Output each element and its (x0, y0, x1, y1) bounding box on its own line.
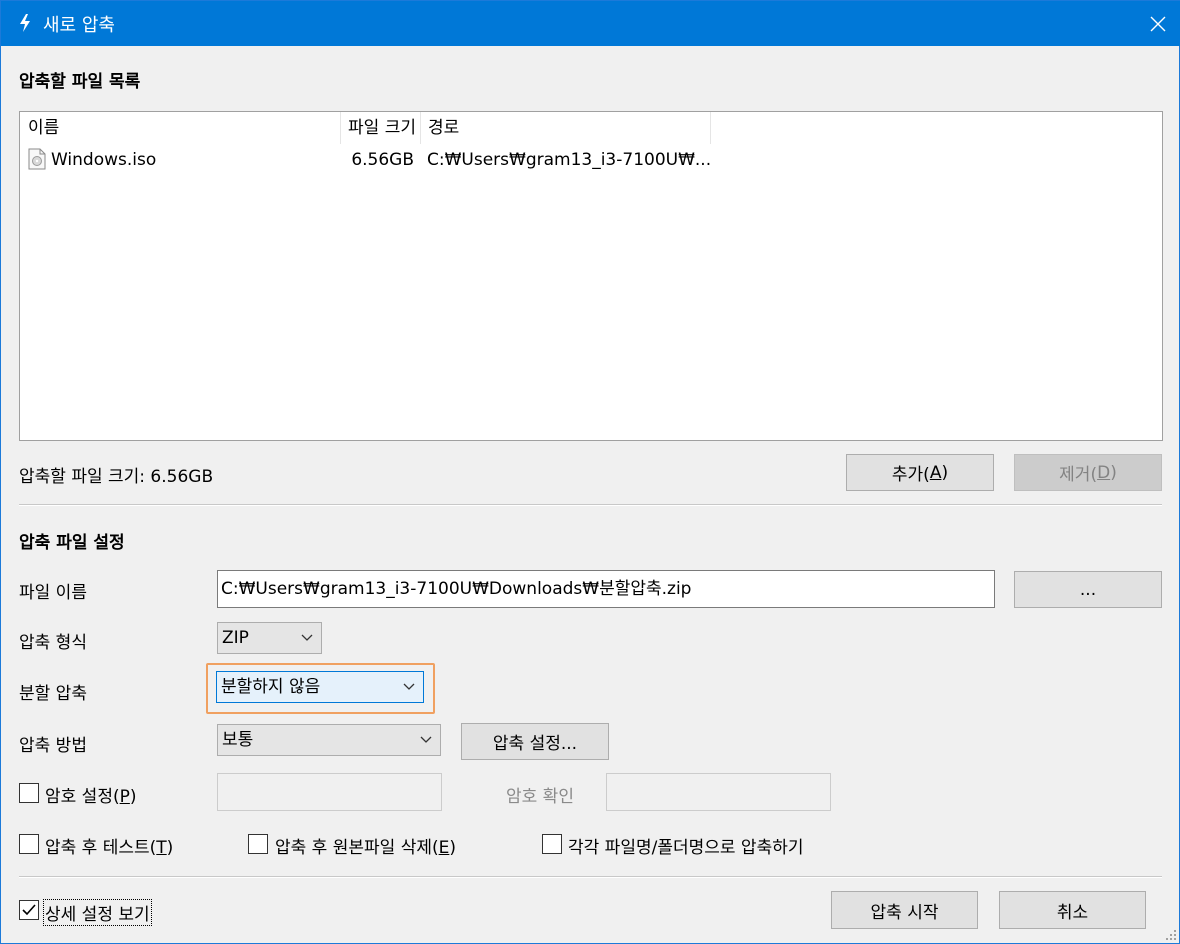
divider-highlight (19, 877, 1162, 878)
delete-mnemonic: E (438, 838, 450, 858)
split-select-value: 분할하지 않음 (221, 677, 321, 697)
divider-highlight (19, 505, 1162, 506)
format-label: 압축 형식 (19, 633, 87, 653)
remove-button-label: 제거( (1059, 465, 1098, 485)
split-select[interactable]: 분할하지 않음 (216, 671, 424, 703)
file-size-cell: 6.56GB (351, 150, 414, 170)
method-settings-button[interactable]: 압축 설정... (461, 723, 609, 760)
test-label: 압축 후 테스트(T) (45, 833, 173, 858)
window-title: 새로 압축 (43, 15, 115, 36)
test-checkbox[interactable] (19, 834, 39, 854)
total-size-label: 압축할 파일 크기: 6.56GB (19, 467, 214, 487)
format-select[interactable]: ZIP (217, 622, 322, 654)
password-input[interactable] (217, 773, 442, 811)
method-label: 압축 방법 (19, 736, 87, 756)
bolt-icon (20, 14, 30, 32)
column-separator[interactable] (710, 112, 711, 144)
test-suffix: ) (166, 838, 174, 858)
password-confirm-input[interactable] (606, 773, 831, 811)
delete-original-label: 압축 후 원본파일 삭제(E) (275, 833, 456, 858)
resize-grip-icon[interactable] (1165, 929, 1177, 941)
split-label: 분할 압축 (19, 684, 87, 704)
remove-button-mnemonic: D (1097, 462, 1111, 483)
column-separator[interactable] (420, 112, 421, 144)
title-bar: 새로 압축 (1, 1, 1180, 46)
add-button-suffix: ) (941, 462, 949, 483)
chevron-down-icon (301, 634, 313, 641)
password-checkbox[interactable] (19, 783, 39, 803)
chevron-down-icon (420, 736, 432, 743)
column-header-name[interactable]: 이름 (28, 112, 59, 144)
settings-title: 압축 파일 설정 (19, 533, 125, 553)
remove-button-suffix: ) (1110, 462, 1117, 483)
close-icon (1150, 16, 1166, 31)
file-name-cell: Windows.iso (51, 150, 157, 170)
file-path-cell: C:₩Users₩gram13_i3-7100U₩... (427, 150, 712, 170)
iso-file-icon (28, 148, 46, 170)
chevron-down-icon (403, 683, 415, 690)
file-list-title: 압축할 파일 목록 (19, 72, 141, 92)
column-header-size[interactable]: 파일 크기 (332, 112, 416, 144)
file-list[interactable]: 이름 파일 크기 경로 Windows.iso 6.56GB C:₩Users₩… (19, 111, 1163, 441)
password-confirm-label: 암호 확인 (506, 787, 574, 807)
password-label-text: 암호 설정( (45, 787, 120, 807)
each-archive-checkbox[interactable] (542, 834, 562, 854)
each-archive-label: 각각 파일명/폴더명으로 압축하기 (568, 838, 804, 858)
method-select[interactable]: 보통 (217, 724, 441, 756)
password-mnemonic: P (119, 787, 130, 807)
column-header-path[interactable]: 경로 (428, 112, 459, 144)
delete-label-text: 압축 후 원본파일 삭제( (275, 838, 439, 858)
compress-dialog: 새로 압축 압축할 파일 목록 이름 파일 크기 경로 Windows.iso … (0, 0, 1180, 944)
details-label: 상세 설정 보기 (43, 899, 152, 926)
delete-suffix: ) (449, 838, 456, 858)
test-mnemonic: T (156, 838, 167, 858)
add-button[interactable]: 추가(A) (846, 454, 994, 491)
add-button-label: 추가( (891, 465, 930, 485)
close-button[interactable] (1135, 1, 1180, 46)
method-select-value: 보통 (222, 730, 254, 750)
filename-label: 파일 이름 (19, 583, 87, 603)
filename-input[interactable]: C:₩Users₩gram13_i3-7100U₩Downloads₩분할압축.… (217, 570, 995, 608)
password-suffix: ) (129, 787, 137, 807)
add-button-mnemonic: A (929, 462, 942, 483)
format-select-value: ZIP (222, 628, 249, 648)
checkmark-icon (22, 904, 36, 916)
start-compress-button[interactable]: 압축 시작 (831, 891, 978, 929)
browse-button[interactable]: ... (1014, 571, 1162, 608)
remove-button[interactable]: 제거(D) (1014, 454, 1162, 491)
cancel-button[interactable]: 취소 (999, 891, 1146, 929)
details-checkbox[interactable] (19, 900, 39, 920)
test-label-text: 압축 후 테스트( (45, 838, 157, 858)
password-label: 암호 설정(P) (45, 782, 137, 807)
delete-original-checkbox[interactable] (248, 834, 268, 854)
